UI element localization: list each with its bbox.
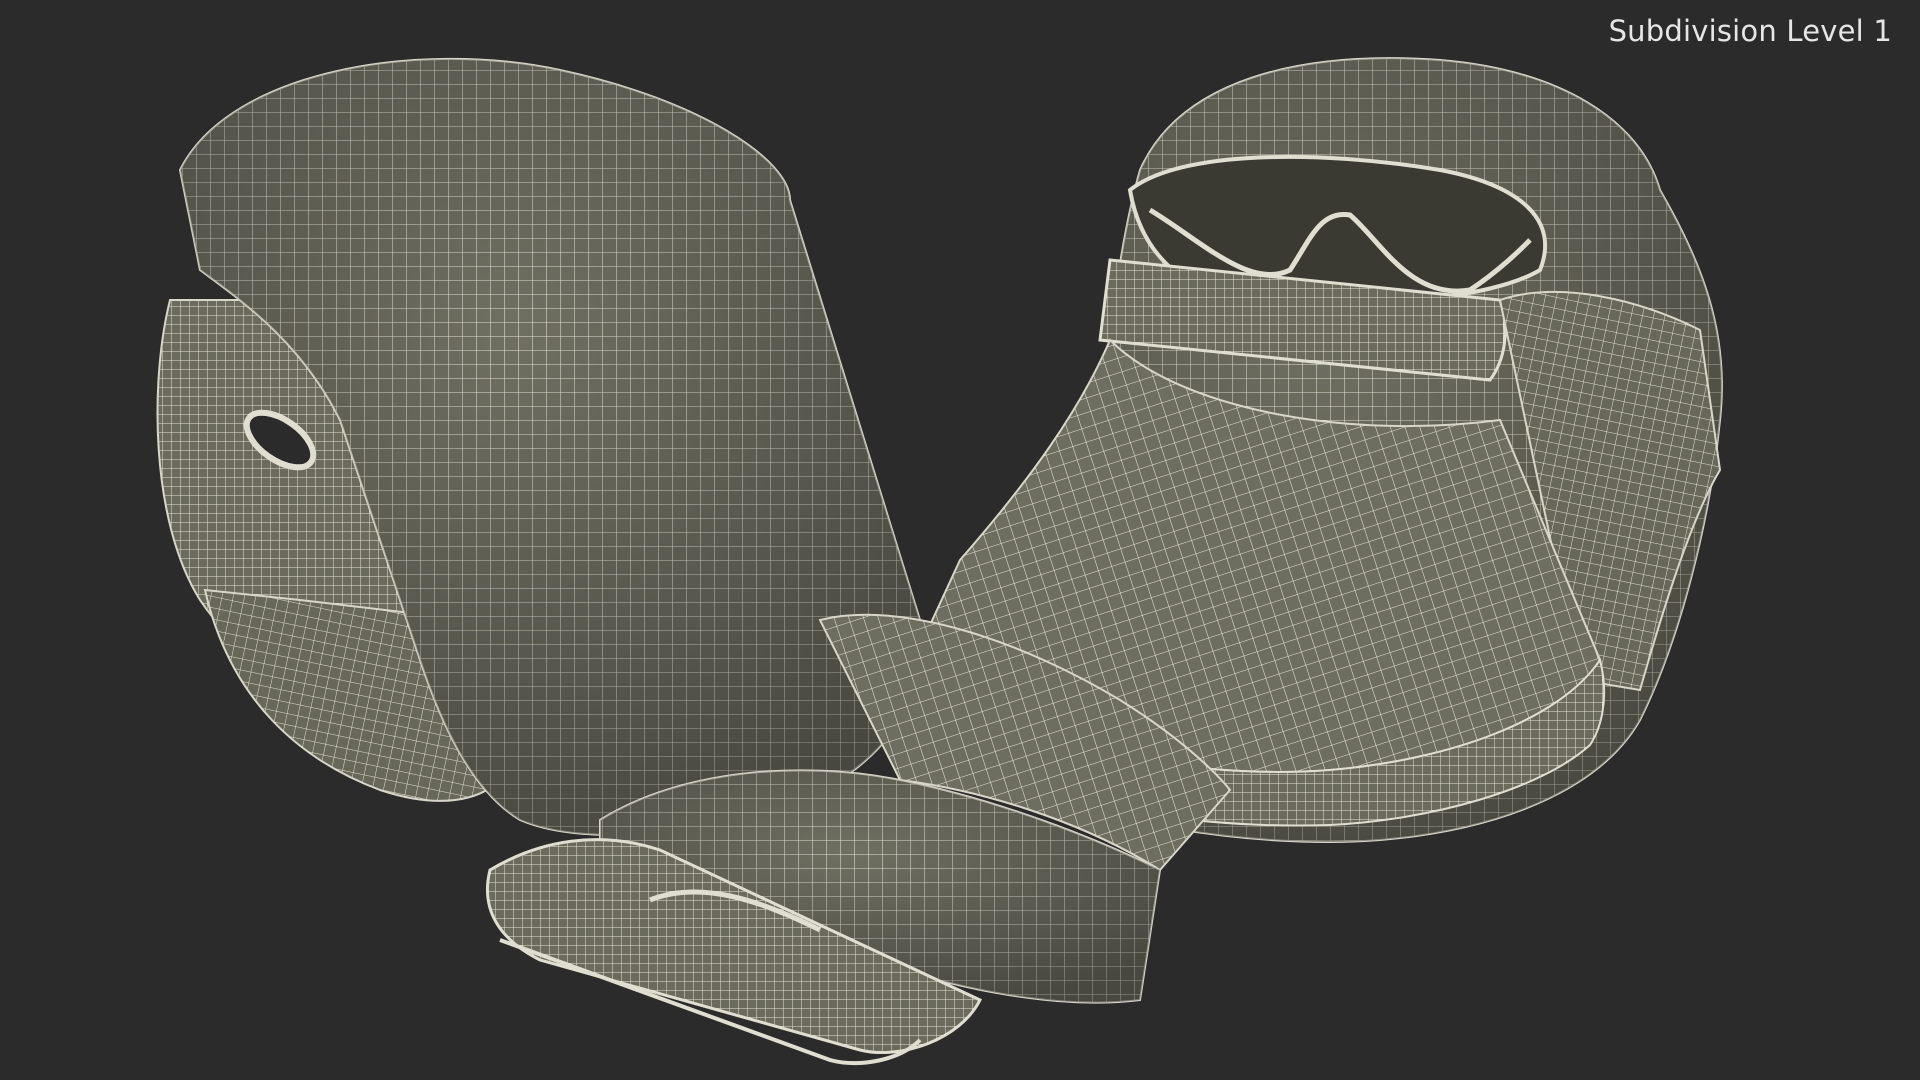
left-glove-mesh <box>156 57 923 836</box>
wireframe-render <box>156 57 1723 1066</box>
subdivision-level-label: Subdivision Level 1 <box>1608 14 1892 48</box>
render-viewport: Subdivision Level 1 <box>0 0 1920 1080</box>
